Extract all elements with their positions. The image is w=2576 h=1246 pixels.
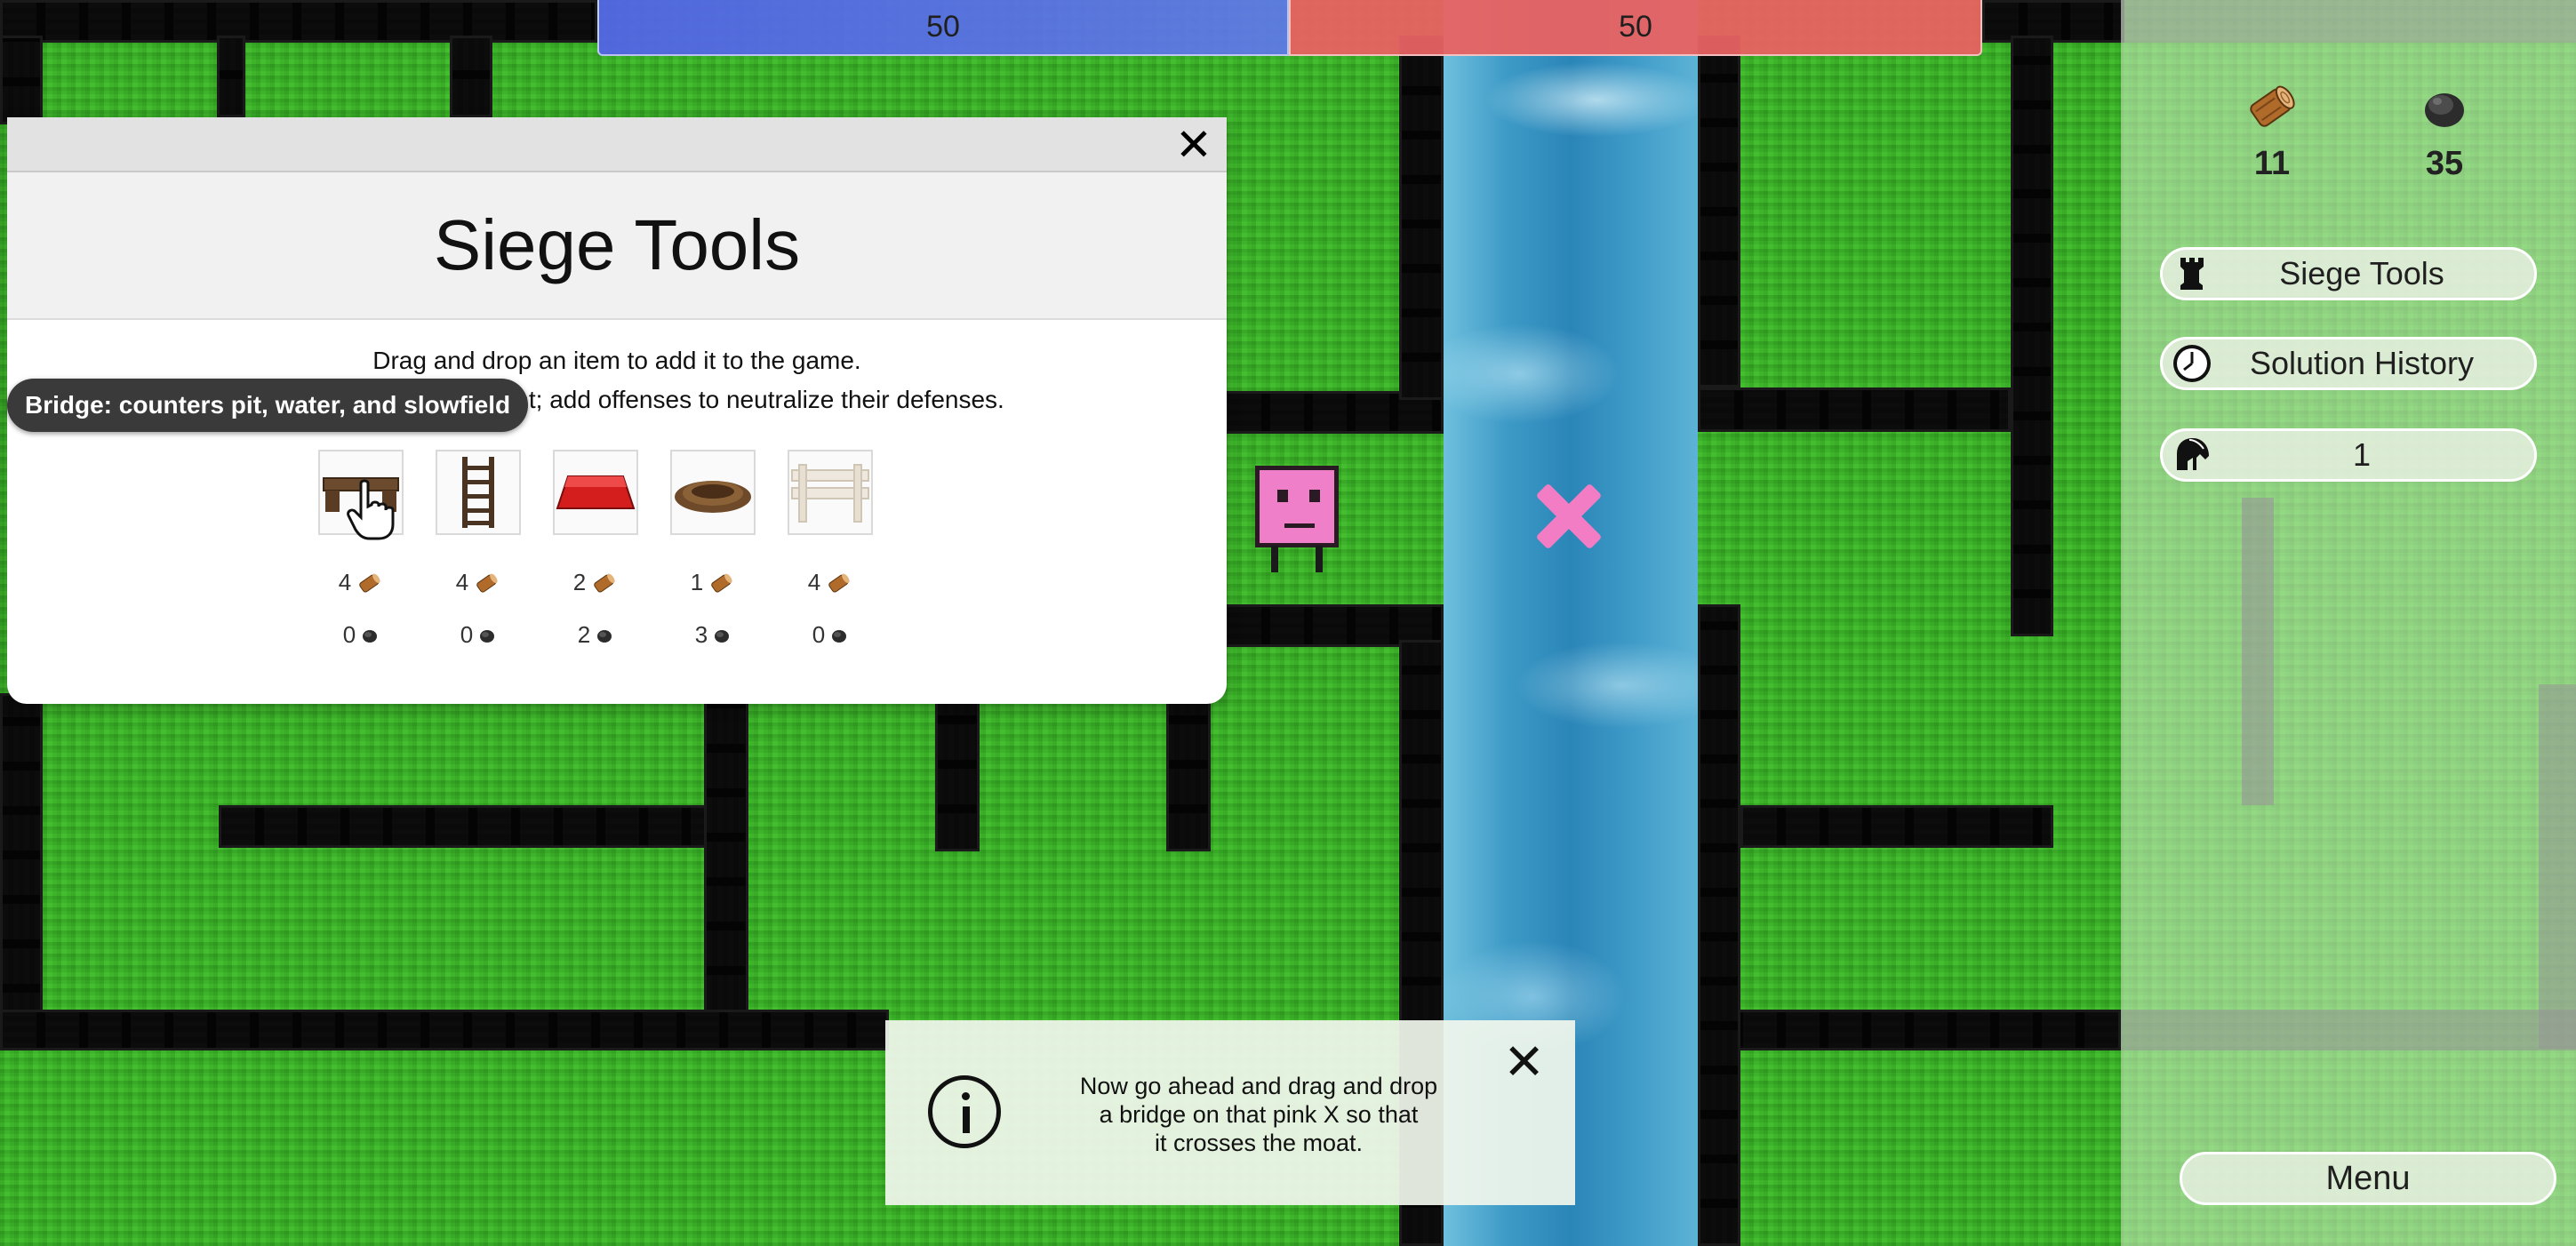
bridge-target-marker[interactable]: [1531, 478, 1607, 555]
castle-wall: [0, 36, 43, 124]
tool-item-ladder[interactable]: 4 0: [436, 450, 521, 649]
dirt-pile-wood-cost: 1: [670, 569, 756, 596]
fence-tool-slot[interactable]: [788, 450, 873, 535]
castle-wall: [1166, 693, 1211, 851]
dirt-pile-tool-slot[interactable]: [670, 450, 756, 535]
castle-wall: [217, 36, 245, 117]
side-panel: [2121, 0, 2576, 1246]
ram-stone-cost: 2: [553, 621, 638, 649]
bridge-tooltip: Bridge: counters pit, water, and slowfie…: [7, 379, 529, 432]
rook-icon: [2168, 250, 2216, 298]
player-character[interactable]: [1255, 466, 1339, 572]
dirt-pile-icon: [675, 481, 751, 513]
castle-wall: [1698, 1010, 2121, 1050]
stone-icon: [832, 629, 847, 643]
ladder-wood-cost: 4: [436, 569, 521, 596]
castle-wall: [0, 693, 43, 1031]
tool-list: 4 0 4 0 2 2 1 3 4 0: [318, 450, 873, 649]
ram-wood-cost: 2: [553, 569, 638, 596]
attackers-count: 1: [2352, 436, 2372, 473]
ram-tool-slot[interactable]: [553, 450, 638, 535]
bridge-tool-slot[interactable]: [318, 450, 404, 540]
tutorial-message: Now go ahead and drag and drop a bridge …: [1063, 1072, 1454, 1157]
fence-wood-cost: 4: [788, 569, 873, 596]
ladder-icon: [462, 457, 494, 528]
castle-wall: [2011, 36, 2053, 636]
tutorial-toast: Now go ahead and drag and drop a bridge …: [885, 1020, 1575, 1205]
wood-resource: 11: [2228, 78, 2316, 183]
siege-tools-label: Siege Tools: [2279, 255, 2444, 292]
ladder-tool-slot[interactable]: [436, 450, 521, 535]
wood-log-icon: [359, 573, 380, 593]
stone-count: 35: [2425, 145, 2464, 182]
wood-log-icon: [711, 573, 732, 593]
wood-count: 11: [2253, 145, 2291, 182]
wood-log-icon: [828, 573, 850, 593]
fence-icon: [791, 464, 869, 523]
castle-wall: [1698, 604, 1740, 1246]
close-icon[interactable]: ✕: [1503, 1033, 1545, 1091]
modal-description-line1: Drag and drop an item to add it to the g…: [372, 347, 861, 374]
blue-team-score: 50: [597, 0, 1289, 56]
tool-item-dirt-pile[interactable]: 1 3: [670, 450, 756, 649]
castle-wall: [1698, 387, 2011, 432]
siege-tools-modal: ✕ Siege Tools Drag and drop an item to a…: [7, 117, 1227, 704]
clock-icon: [2168, 339, 2216, 387]
tool-item-bridge[interactable]: 4 0: [318, 450, 404, 649]
tool-item-fence[interactable]: 4 0: [788, 450, 873, 649]
castle-wall: [0, 1010, 889, 1050]
tutorial-message-line2: a bridge on that pink X so that: [1099, 1101, 1419, 1128]
castle-wall: [1982, 0, 2124, 43]
modal-titlebar: ✕: [7, 117, 1227, 172]
ladder-stone-cost: 0: [436, 621, 521, 649]
dirt-pile-stone-cost: 3: [670, 621, 756, 649]
attackers-counter[interactable]: 1: [2160, 428, 2537, 482]
castle-wall: [935, 693, 980, 851]
castle-wall: [1740, 805, 2053, 848]
hand-cursor-icon: [347, 479, 395, 540]
stone-resource: 35: [2400, 78, 2489, 183]
bridge-stone-cost: 0: [318, 621, 404, 649]
wood-log-icon: [476, 573, 498, 593]
bridge-wood-cost: 4: [318, 569, 404, 596]
helmet-icon: [2168, 431, 2216, 479]
solution-history-button[interactable]: Solution History: [2160, 337, 2537, 390]
ram-icon: [556, 475, 636, 509]
stone-icon: [597, 629, 612, 643]
close-icon[interactable]: ✕: [1172, 123, 1216, 167]
castle-wall: [704, 693, 748, 1013]
info-icon: [928, 1075, 1001, 1148]
tutorial-message-line1: Now go ahead and drag and drop: [1079, 1073, 1438, 1099]
stone-icon: [363, 629, 378, 643]
wood-log-icon: [2250, 85, 2295, 127]
fence-stone-cost: 0: [788, 621, 873, 649]
castle-wall: [1698, 36, 1740, 387]
red-team-score: 50: [1289, 0, 1982, 56]
stone-icon: [480, 629, 495, 643]
stone-icon: [2425, 93, 2464, 127]
menu-button[interactable]: Menu: [2180, 1152, 2556, 1205]
modal-title: Siege Tools: [7, 172, 1227, 320]
solution-history-label: Solution History: [2249, 345, 2475, 381]
castle-wall: [219, 805, 708, 848]
tutorial-message-line3: it crosses the moat.: [1154, 1130, 1364, 1156]
wood-log-icon: [594, 573, 615, 593]
castle-wall: [450, 36, 492, 117]
stone-icon: [715, 629, 730, 643]
siege-tools-button[interactable]: Siege Tools: [2160, 247, 2537, 300]
castle-wall: [0, 0, 597, 43]
castle-wall: [1399, 36, 1444, 400]
tool-item-ram[interactable]: 2 2: [553, 450, 638, 649]
